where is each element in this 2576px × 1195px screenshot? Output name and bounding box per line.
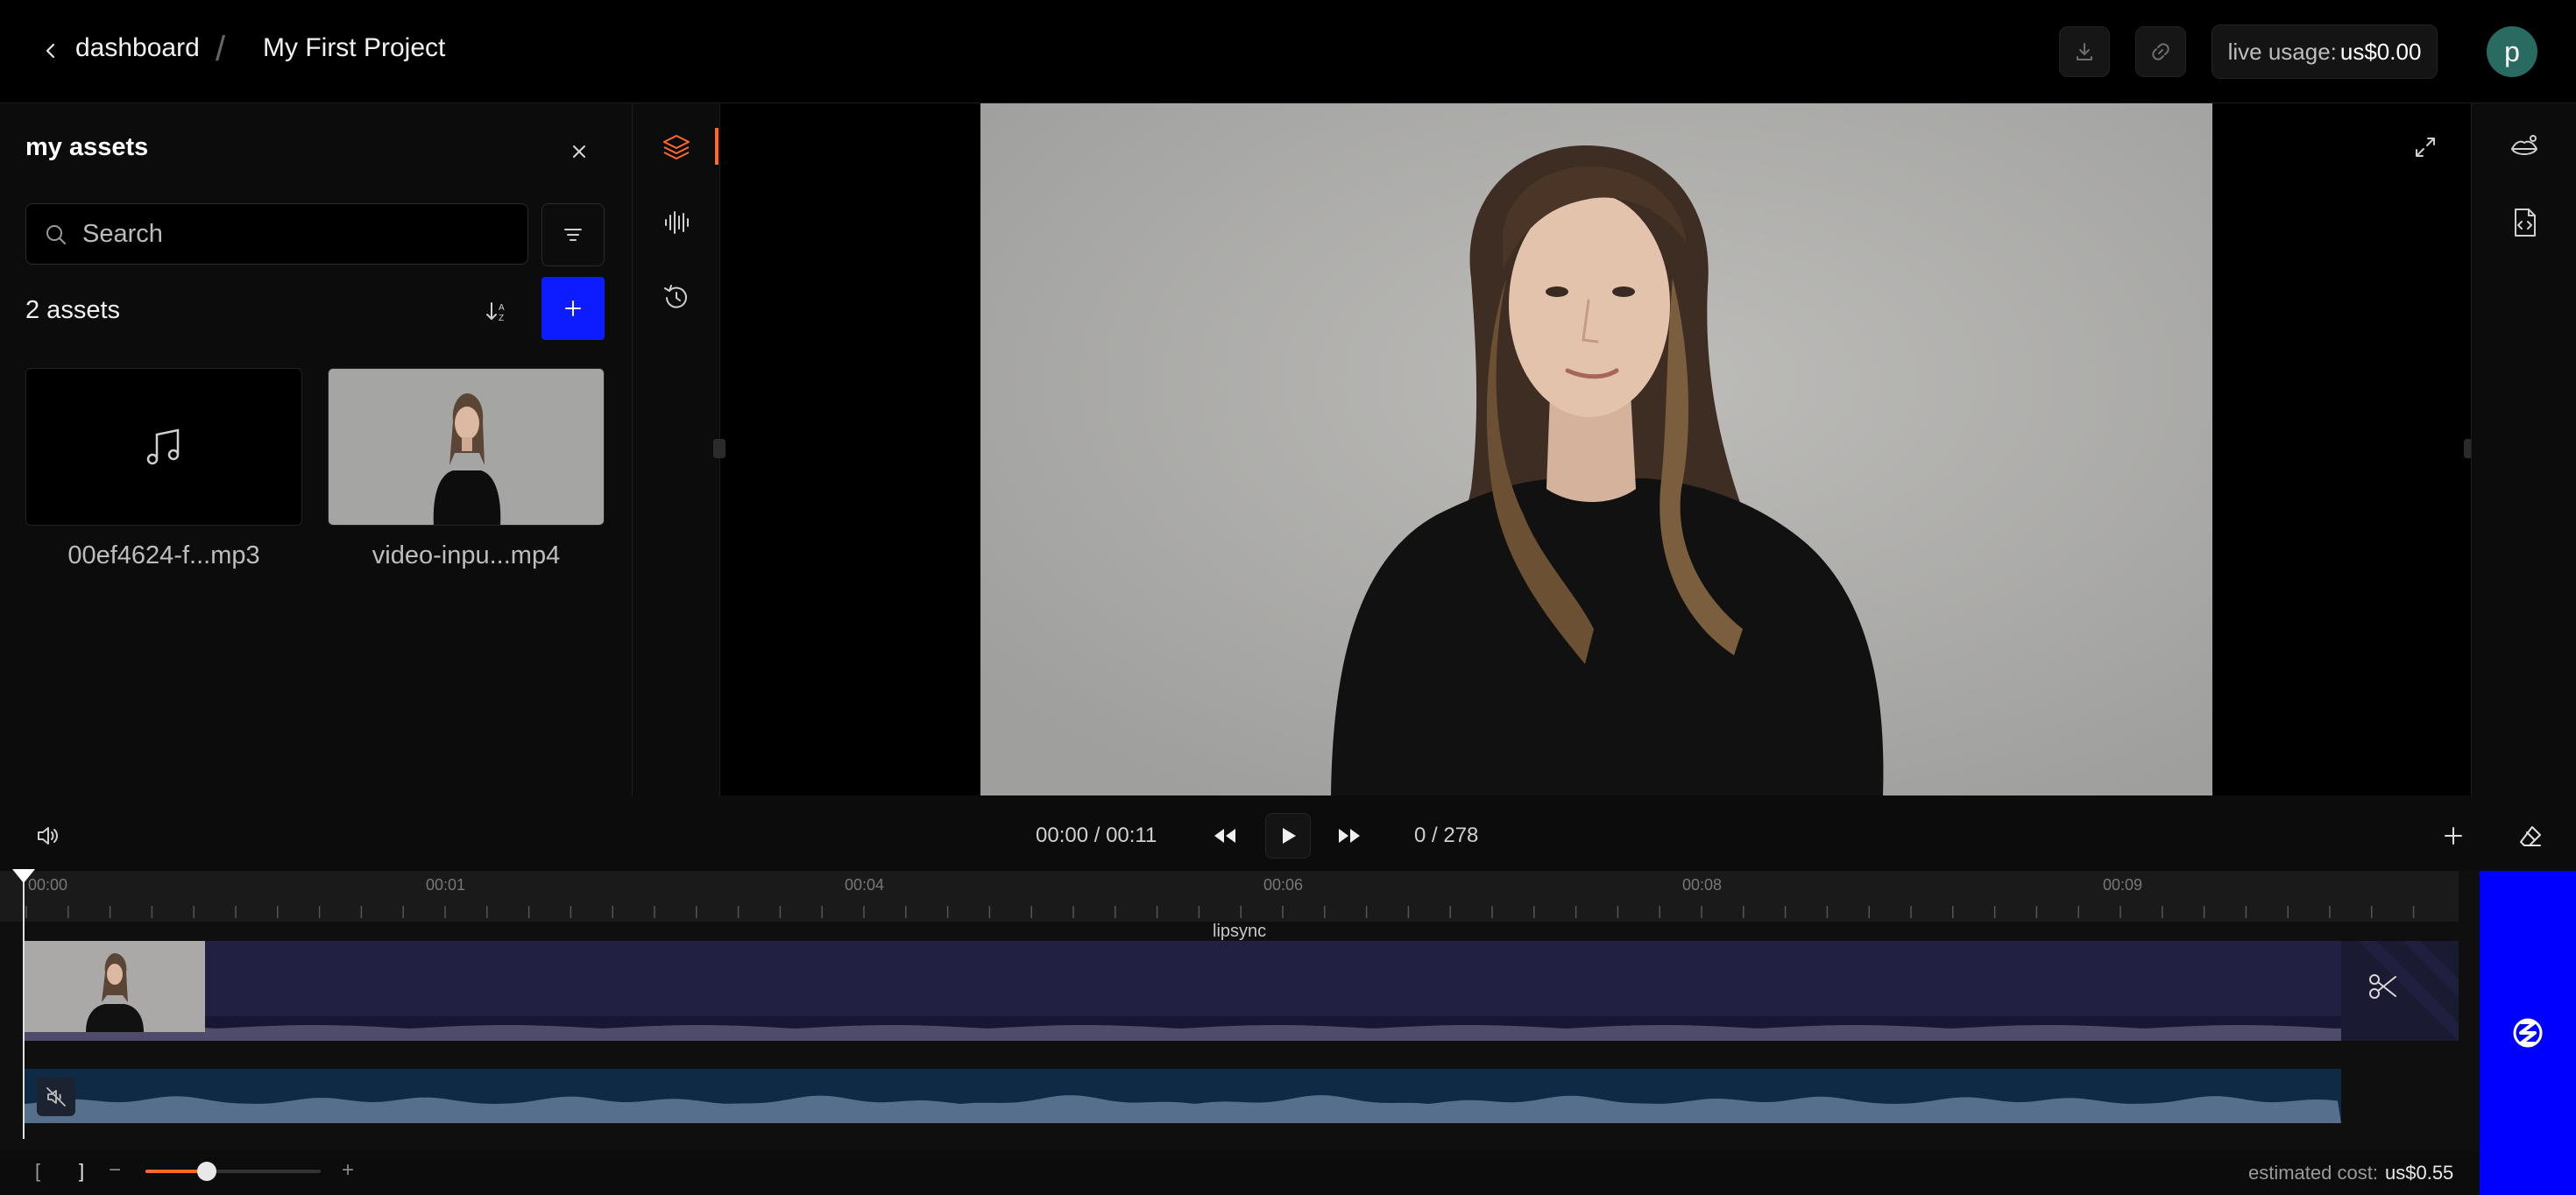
time-ruler[interactable]: 00:00 00:01 00:04 00:06 00:08 00:09 — [0, 871, 2459, 922]
zoom-in-button[interactable]: + — [342, 1158, 354, 1183]
player-controls: 00:00 / 00:11 0 / 278 — [0, 795, 2576, 871]
fullscreen-icon[interactable] — [2411, 133, 2439, 161]
download-icon — [2077, 43, 2092, 60]
rewind-button[interactable] — [1202, 813, 1248, 859]
assets-panel-title: my assets — [25, 133, 149, 161]
trim-start-button[interactable]: [ — [35, 1160, 40, 1183]
play-button[interactable] — [1265, 813, 1311, 859]
video-track-clip[interactable] — [25, 941, 2457, 1041]
render-button[interactable] — [2480, 871, 2576, 1195]
filter-button[interactable] — [541, 203, 605, 266]
breadcrumb-separator: / — [216, 30, 226, 68]
video-preview — [713, 103, 2476, 795]
volume-icon[interactable] — [25, 813, 70, 859]
plus-icon — [2445, 827, 2462, 845]
timeline: 00:00 00:01 00:04 00:06 00:08 00:09 lips… — [0, 869, 2480, 1151]
resize-handle-left[interactable] — [713, 439, 725, 458]
avatar[interactable]: p — [2487, 26, 2537, 77]
usage-value: us$0.00 — [2339, 38, 2422, 65]
asset-count: 2 assets — [25, 296, 120, 324]
ruler-ticks — [25, 906, 2415, 918]
playhead[interactable] — [23, 871, 25, 1139]
video-frame[interactable] — [980, 103, 2212, 795]
fast-forward-icon — [1339, 829, 1360, 843]
tool-strip — [633, 103, 720, 795]
video-track-waveform — [25, 1016, 2457, 1041]
ruler-label: 00:01 — [426, 876, 466, 894]
presenter-image — [980, 103, 2212, 795]
plus-icon — [565, 301, 581, 316]
frame-counter: 0 / 278 — [1414, 824, 1479, 847]
assets-panel: my assets 2 assets AZ 00ef4624-f...mp3 v… — [0, 103, 633, 795]
active-tool-indicator — [715, 128, 718, 165]
estimated-cost-label: estimated cost: — [2248, 1162, 2378, 1184]
project-title[interactable]: My First Project — [263, 33, 445, 63]
ruler-label: 00:08 — [1682, 876, 1723, 894]
live-usage-badge: live usage: us$0.00 — [2212, 25, 2438, 79]
timeline-footer: [ ] − + estimated cost: us$0.55 — [0, 1151, 2480, 1195]
ruler-label: 00:06 — [1263, 876, 1304, 894]
history-icon[interactable] — [659, 280, 694, 315]
audio-track-clip[interactable] — [25, 1069, 2341, 1123]
search-input[interactable] — [82, 213, 512, 255]
chevron-left-icon[interactable] — [39, 39, 63, 63]
track-title: lipsync — [1213, 922, 1267, 941]
add-asset-button[interactable] — [541, 277, 605, 340]
add-track-button[interactable] — [2431, 813, 2476, 859]
svg-text:A: A — [499, 303, 505, 313]
scissors-icon — [2369, 974, 2396, 999]
sync-logo-icon — [2513, 1018, 2543, 1048]
eraser-icon — [2520, 826, 2541, 846]
layers-icon[interactable] — [659, 130, 694, 165]
waveform-icon[interactable] — [659, 205, 694, 240]
asset-name: 00ef4624-f...mp3 — [67, 541, 260, 569]
fast-forward-button[interactable] — [1327, 813, 1372, 859]
estimated-cost-value: us$0.55 — [2385, 1162, 2454, 1184]
eraser-button[interactable] — [2508, 813, 2553, 859]
sort-icon[interactable]: AZ — [482, 296, 513, 328]
download-button[interactable] — [2059, 26, 2110, 77]
top-bar: dashboard / My First Project live usage:… — [0, 0, 2576, 103]
audio-waveform — [25, 1095, 2341, 1123]
filter-icon — [564, 229, 582, 241]
search-icon — [44, 223, 68, 247]
link-icon — [2152, 43, 2169, 60]
lipsync-icon[interactable] — [2507, 130, 2542, 165]
split-clip-area[interactable] — [2341, 941, 2459, 1041]
close-icon[interactable] — [566, 138, 592, 165]
code-file-icon[interactable] — [2507, 205, 2542, 240]
playback-time: 00:00 / 00:11 — [1036, 824, 1157, 847]
video-thumbnail — [433, 393, 501, 525]
asset-card-video[interactable] — [328, 368, 605, 526]
play-icon — [1283, 828, 1296, 844]
volume-off-icon — [46, 1087, 66, 1107]
mute-track-button[interactable] — [37, 1078, 75, 1116]
rewind-icon — [1214, 829, 1235, 843]
music-note-icon — [146, 428, 180, 465]
ruler-label: 00:09 — [2103, 876, 2143, 894]
asset-card-audio[interactable] — [25, 368, 302, 526]
search-field — [25, 203, 528, 265]
zoom-out-button[interactable]: − — [109, 1158, 121, 1183]
trim-end-button[interactable]: ] — [79, 1160, 84, 1183]
svg-text:Z: Z — [499, 314, 504, 323]
usage-label: live usage: — [2227, 38, 2337, 65]
video-clip-thumbnail — [25, 941, 205, 1032]
ruler-label: 00:04 — [845, 876, 885, 894]
asset-name: video-inpu...mp4 — [372, 541, 561, 569]
playhead-marker[interactable] — [12, 869, 35, 883]
breadcrumb-dashboard-link[interactable]: dashboard — [75, 33, 200, 63]
share-link-button[interactable] — [2135, 26, 2186, 77]
right-rail — [2471, 103, 2576, 795]
zoom-slider-handle[interactable] — [197, 1162, 216, 1181]
